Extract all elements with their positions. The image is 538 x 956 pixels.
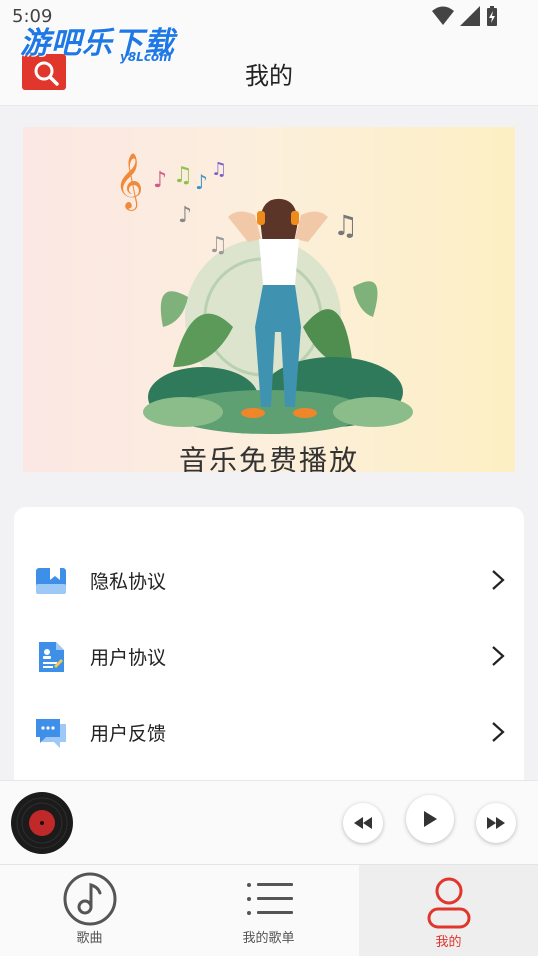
menu-item-label: 用户反馈: [90, 723, 167, 745]
previous-button[interactable]: [343, 803, 383, 843]
tab-songs[interactable]: 歌曲: [0, 865, 179, 956]
banner: 𝄞 ♪ ♫ ♪ ♫ ♪ ♫ ♫ 音乐免费播放: [23, 127, 515, 472]
tab-label: 歌曲: [76, 931, 103, 946]
svg-text:♫: ♫: [333, 209, 358, 242]
chevron-right-icon: [492, 722, 505, 742]
chat-bubble-icon: [36, 719, 66, 748]
svg-text:♪: ♪: [153, 168, 167, 193]
svg-text:𝄞: 𝄞: [115, 153, 143, 211]
svg-text:♪: ♪: [195, 170, 208, 194]
user-doc-icon: [39, 642, 64, 672]
list-icon: [246, 883, 293, 915]
music-note-icon: [63, 872, 116, 926]
bottom-nav: 歌曲 我的歌单 我的: [0, 864, 538, 956]
watermark-sub: y8Lcom: [120, 50, 172, 64]
next-button[interactable]: [476, 803, 516, 843]
menu-item-user-feedback[interactable]: 用户反馈: [14, 702, 524, 762]
bookmark-doc-icon: [36, 568, 66, 594]
tab-my-playlists[interactable]: 我的歌单: [179, 865, 358, 956]
menu-item-user-agreement[interactable]: 用户协议: [14, 626, 524, 686]
svg-text:♫: ♫: [208, 233, 228, 258]
status-icons: [432, 6, 498, 26]
tab-mine[interactable]: 我的: [359, 865, 538, 956]
banner-caption: 音乐免费播放: [178, 444, 359, 472]
tab-label: 我的歌单: [242, 931, 295, 946]
menu-item-privacy-policy[interactable]: 隐私协议: [14, 550, 524, 610]
battery-icon: [487, 6, 497, 26]
user-icon: [427, 877, 470, 929]
svg-text:♫: ♫: [173, 163, 193, 188]
banner-illustration: 𝄞 ♪ ♫ ♪ ♫ ♪ ♫ ♫: [115, 153, 413, 434]
vinyl-record-icon[interactable]: [10, 791, 74, 855]
svg-text:♪: ♪: [178, 203, 192, 228]
chevron-right-icon: [492, 570, 505, 590]
menu-card: 隐私协议 用户协议 用户反馈: [14, 507, 524, 807]
menu-item-label: 用户协议: [90, 647, 167, 669]
tab-label: 我的: [435, 935, 462, 950]
fast-forward-icon: [487, 817, 505, 829]
play-icon: [424, 811, 437, 827]
wifi-icon: [432, 6, 454, 25]
menu-item-label: 隐私协议: [90, 571, 167, 593]
chevron-right-icon: [492, 646, 505, 666]
signal-icon: [460, 6, 480, 26]
play-button[interactable]: [406, 795, 454, 843]
rewind-icon: [354, 817, 372, 829]
mini-player: [0, 780, 538, 864]
svg-text:♫: ♫: [211, 159, 227, 180]
